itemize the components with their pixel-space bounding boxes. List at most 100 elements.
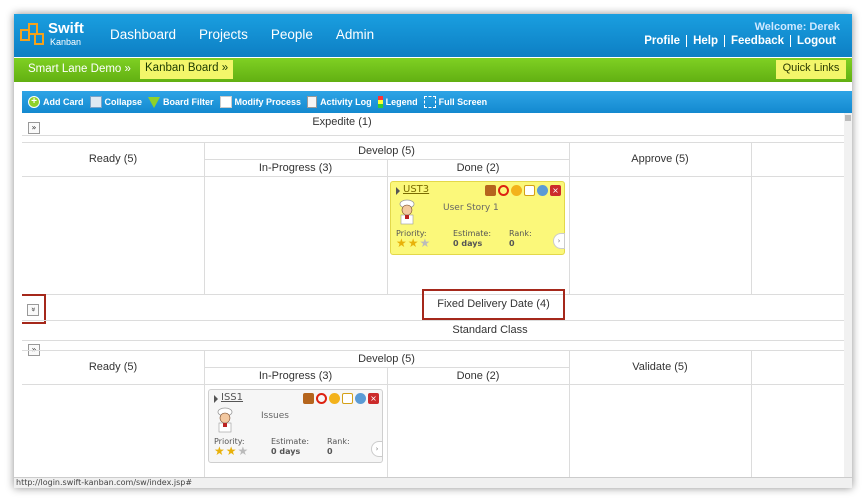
app-window: Swift Kanban Dashboard Projects People A… — [14, 14, 852, 488]
breadcrumb-current[interactable]: Kanban Board » — [140, 60, 234, 79]
nav-people[interactable]: People — [271, 27, 313, 42]
standard-lane-title: Standard Class — [452, 324, 528, 336]
fixed-delivery-expand-button[interactable]: » — [27, 304, 39, 316]
breadcrumb: Smart Lane Demo » Kanban Board » Quick L… — [14, 58, 852, 82]
collapse-icon — [89, 96, 102, 108]
divider — [751, 350, 752, 488]
logout-link[interactable]: Logout — [791, 35, 842, 47]
priority-stars: ★ ★ ★ — [396, 237, 430, 249]
avatar — [396, 199, 418, 225]
divider — [204, 367, 569, 368]
block-icon[interactable] — [316, 393, 327, 404]
full-screen-label: Full Screen — [438, 97, 488, 107]
nav-dashboard[interactable]: Dashboard — [110, 27, 176, 42]
edit-icon[interactable] — [342, 393, 353, 404]
avatar — [214, 407, 236, 433]
board-filter-button[interactable]: Board Filter — [148, 96, 214, 108]
comment-icon[interactable] — [329, 393, 340, 404]
modify-process-label: Modify Process — [234, 97, 302, 107]
expedite-lane-title: Expedite (1) — [312, 116, 372, 128]
column-approve: Approve (5) — [631, 153, 689, 165]
move-icon[interactable] — [537, 185, 548, 196]
activity-log-button[interactable]: Activity Log — [307, 96, 372, 108]
swift-kanban-logo[interactable]: Swift Kanban — [20, 20, 94, 51]
quick-links-button[interactable]: Quick Links — [776, 60, 846, 79]
activity-log-label: Activity Log — [320, 97, 372, 107]
column-validate: Validate (5) — [632, 361, 688, 373]
help-link[interactable]: Help — [687, 35, 724, 47]
rank-label: Rank: — [509, 229, 532, 238]
logo-word: Swift — [48, 20, 84, 37]
estimate-label: Estimate: — [271, 437, 310, 446]
scrollbar-thumb[interactable] — [845, 115, 851, 121]
delete-icon[interactable]: × — [550, 185, 561, 196]
star-icon: ★ — [396, 236, 407, 250]
welcome-text: Welcome: Derek — [754, 21, 840, 33]
star-icon: ★ — [214, 444, 225, 458]
briefcase-icon[interactable] — [485, 185, 496, 196]
legend-button[interactable]: Legend — [377, 96, 418, 108]
comment-icon[interactable] — [511, 185, 522, 196]
star-icon: ★ — [419, 236, 431, 250]
profile-link[interactable]: Profile — [638, 35, 686, 47]
divider — [22, 320, 844, 321]
add-card-button[interactable]: + Add Card — [28, 96, 84, 108]
card-id-link[interactable]: UST3 — [403, 184, 429, 195]
column-develop: Develop (5) — [358, 353, 415, 365]
chevron-right-icon: » — [124, 63, 131, 75]
edit-icon[interactable] — [524, 185, 535, 196]
main-nav: Dashboard Projects People Admin — [110, 27, 374, 42]
legend-label: Legend — [385, 97, 418, 107]
card-title: Issues — [261, 411, 289, 421]
nav-projects[interactable]: Projects — [199, 27, 248, 42]
expedite-expand-button[interactable]: » — [28, 122, 40, 134]
kanban-board: » Expedite (1) Ready (5) Develop (5) In-… — [22, 113, 844, 488]
divider — [22, 350, 844, 351]
briefcase-icon[interactable] — [303, 393, 314, 404]
fixed-delivery-lane-title: Fixed Delivery Date (4) — [437, 298, 550, 310]
column-in-progress: In-Progress (3) — [258, 370, 333, 382]
divider — [22, 135, 844, 136]
star-icon: ★ — [407, 236, 419, 250]
filter-funnel-icon — [148, 96, 161, 108]
rank-label: Rank: — [327, 437, 350, 446]
move-icon[interactable] — [355, 393, 366, 404]
card-actions: × — [485, 185, 561, 196]
modify-process-button[interactable]: Modify Process — [219, 96, 302, 108]
vertical-scrollbar[interactable] — [844, 113, 852, 488]
star-icon: ★ — [225, 444, 237, 458]
card-actions: × — [303, 393, 379, 404]
divider — [22, 384, 844, 385]
expand-triangle-icon[interactable] — [396, 187, 400, 195]
column-done: Done (2) — [456, 162, 500, 174]
card-more-arrow[interactable]: › — [553, 233, 565, 249]
card-id-link[interactable]: ISS1 — [221, 392, 243, 403]
column-in-progress: In-Progress (3) — [258, 162, 333, 174]
delete-icon[interactable]: × — [368, 393, 379, 404]
card-title: User Story 1 — [443, 203, 499, 213]
logo-sub: Kanban — [50, 37, 82, 47]
divider — [22, 142, 844, 143]
full-screen-button[interactable]: Full Screen — [423, 96, 488, 108]
divider — [751, 142, 752, 294]
nav-admin[interactable]: Admin — [336, 27, 374, 42]
column-develop: Develop (5) — [358, 145, 415, 157]
breadcrumb-project-label: Smart Lane Demo — [28, 63, 122, 75]
card-more-arrow[interactable]: › — [371, 441, 383, 457]
issue-card[interactable]: ISS1 × Issues Priority: Estimate: Rank: … — [208, 389, 383, 463]
feedback-link[interactable]: Feedback — [725, 35, 790, 47]
priority-stars: ★ ★ ★ — [214, 445, 248, 457]
expand-triangle-icon[interactable] — [214, 395, 218, 403]
rank-value: 0 — [509, 239, 515, 248]
breadcrumb-project[interactable]: Smart Lane Demo » — [28, 63, 131, 75]
board-toolbar: + Add Card Collapse Board Filter Modify … — [22, 91, 852, 113]
story-card[interactable]: UST3 × User Story 1 Priority: Estimate: — [390, 181, 565, 255]
status-url: http://login.swift-kanban.com/sw/index.j… — [16, 478, 193, 487]
block-icon[interactable] — [498, 185, 509, 196]
divider — [387, 367, 388, 488]
collapse-button[interactable]: Collapse — [89, 96, 142, 108]
status-bar: http://login.swift-kanban.com/sw/index.j… — [14, 477, 852, 488]
edit-pencil-icon — [219, 96, 232, 108]
full-screen-icon — [423, 96, 436, 108]
add-circle-icon: + — [28, 96, 40, 108]
